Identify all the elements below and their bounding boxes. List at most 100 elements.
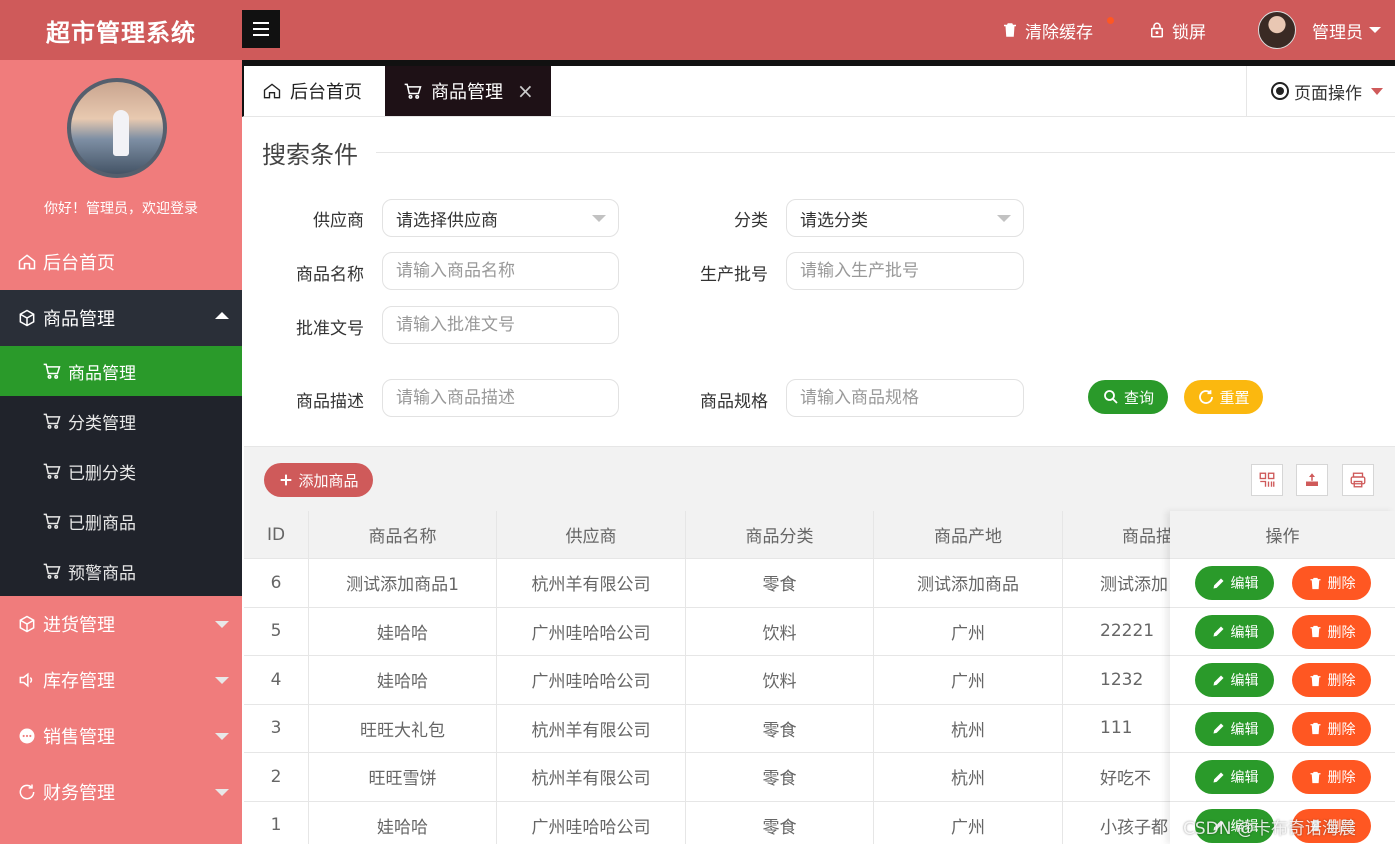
delete-button-label: 删除: [1327, 576, 1356, 592]
profile-section: 你好！管理员，欢迎登录: [0, 60, 242, 234]
pencil-icon: [1213, 626, 1223, 637]
tab-label: 后台首页: [290, 82, 362, 103]
operations-cell: 编辑 删除: [1170, 753, 1395, 802]
column-header-id: ID: [244, 511, 309, 558]
edit-button-label: 编辑: [1230, 673, 1259, 689]
description-label: 商品描述: [296, 392, 364, 412]
sidebar-item-dashboard[interactable]: 后台首页: [0, 234, 242, 290]
supplier-select[interactable]: 请选择供应商: [382, 199, 619, 237]
cell-name: 旺旺大礼包: [309, 704, 497, 752]
delete-button-label: 删除: [1327, 721, 1356, 738]
chevron-down-icon: [592, 215, 606, 222]
sidebar-item-sales[interactable]: 销售管理: [0, 708, 242, 764]
column-header-name: 商品名称: [309, 511, 497, 558]
chevron-down-icon: [215, 733, 229, 740]
user-menu[interactable]: 管理员: [1258, 0, 1381, 60]
search-fieldset: [263, 152, 1395, 153]
user-avatar: [1258, 11, 1296, 49]
tab-dashboard[interactable]: 后台首页: [262, 66, 362, 116]
cell-id: 6: [244, 559, 309, 607]
main-content: 搜索条件 供应商 请选择供应商 分类 请选分类 商品名称 生产批号 批准文号 商…: [244, 117, 1395, 844]
cell-supplier: 广州哇哈哈公司: [497, 607, 686, 655]
delete-button[interactable]: 删除: [1292, 663, 1371, 697]
trash-icon: [1310, 771, 1320, 783]
operations-cell: 编辑 删除: [1170, 559, 1395, 608]
tab-products[interactable]: 商品管理 ×: [385, 66, 551, 116]
sidebar-subitem-deleted-categories[interactable]: 已删分类: [0, 446, 242, 496]
menu-toggle-button[interactable]: [242, 10, 280, 48]
sidebar-item-purchasing[interactable]: 进货管理: [0, 596, 242, 652]
column-filter-button[interactable]: [1251, 464, 1283, 496]
edit-button[interactable]: 编辑: [1195, 663, 1274, 697]
spec-label: 商品规格: [700, 392, 768, 412]
supplier-label: 供应商: [313, 211, 364, 231]
spec-input[interactable]: [786, 379, 1024, 417]
sidebar-subitem-deleted-products[interactable]: 已删商品: [0, 496, 242, 546]
delete-button[interactable]: 删除: [1292, 614, 1371, 649]
columns-icon: [1259, 472, 1275, 487]
edit-button[interactable]: 编辑: [1195, 760, 1274, 794]
sidebar-subitem-label: 商品管理: [68, 363, 136, 384]
products-submenu: 商品管理 分类管理 已删分类 已删商品 预警商品: [0, 346, 242, 596]
cell-origin: 杭州: [874, 753, 1063, 801]
tab-bar: 后台首页 商品管理 × 页面操作: [242, 60, 1395, 117]
approval-number-input[interactable]: [382, 306, 619, 344]
sidebar-item-products[interactable]: 商品管理: [0, 290, 242, 346]
cell-id: 1: [244, 801, 309, 844]
sidebar-subitem-label: 已删分类: [68, 463, 136, 484]
edit-button[interactable]: 编辑: [1195, 711, 1274, 746]
cell-name: 娃哈哈: [309, 656, 497, 704]
delete-button[interactable]: 删除: [1292, 760, 1371, 794]
sidebar-item-inventory[interactable]: 库存管理: [0, 652, 242, 708]
operations-cell: 编辑 删除: [1170, 656, 1395, 705]
lock-screen-button[interactable]: 锁屏: [1148, 0, 1206, 60]
delete-button[interactable]: 删除: [1292, 711, 1371, 746]
reset-button[interactable]: 重置: [1184, 380, 1263, 414]
refresh-icon: [1199, 390, 1214, 404]
delete-button[interactable]: 删除: [1292, 566, 1371, 600]
edit-button-label: 编辑: [1230, 624, 1259, 641]
close-icon[interactable]: ×: [517, 79, 534, 103]
description-input[interactable]: [382, 379, 619, 417]
cart-icon: [404, 83, 422, 99]
watermark: CSDN @卡布奇诺海晨: [1183, 819, 1356, 839]
radio-icon: [1271, 82, 1289, 100]
sidebar-item-label: 商品管理: [43, 309, 115, 330]
sidebar-subitem-products[interactable]: 商品管理: [0, 346, 242, 396]
product-name-input[interactable]: [382, 252, 619, 290]
edit-button-label: 编辑: [1230, 770, 1259, 786]
edit-button-label: 编辑: [1230, 576, 1259, 592]
sidebar-subitem-label: 分类管理: [68, 413, 136, 434]
edit-button[interactable]: 编辑: [1195, 614, 1274, 649]
sidebar-subitem-label: 已删商品: [68, 513, 136, 534]
chevron-down-icon: [215, 677, 229, 684]
cell-supplier: 广州哇哈哈公司: [497, 801, 686, 844]
cart-icon: [43, 463, 61, 479]
export-button[interactable]: [1296, 464, 1328, 496]
edit-button-label: 编辑: [1230, 721, 1259, 738]
query-button[interactable]: 查询: [1088, 380, 1168, 414]
cell-id: 4: [244, 656, 309, 704]
sidebar-item-finance[interactable]: 财务管理: [0, 764, 242, 820]
clear-cache-button[interactable]: 清除缓存: [1001, 0, 1093, 60]
print-button[interactable]: [1342, 464, 1374, 496]
page-operations-dropdown[interactable]: 页面操作: [1246, 66, 1395, 116]
sidebar-subitem-label: 预警商品: [68, 563, 136, 584]
category-select[interactable]: 请选分类: [786, 199, 1024, 237]
sidebar-subitem-categories[interactable]: 分类管理: [0, 396, 242, 446]
lock-screen-label: 锁屏: [1172, 22, 1206, 43]
cell-category: 零食: [686, 801, 874, 844]
cell-category: 零食: [686, 704, 874, 752]
sidebar-subitem-warning-products[interactable]: 预警商品: [0, 546, 242, 596]
batch-number-label: 生产批号: [700, 265, 768, 285]
trash-icon: [1310, 625, 1320, 638]
add-product-button[interactable]: 添加商品: [264, 463, 373, 497]
sidebar-item-label: 财务管理: [43, 783, 115, 804]
home-icon: [263, 83, 281, 99]
cell-supplier: 广州哇哈哈公司: [497, 656, 686, 704]
edit-button[interactable]: 编辑: [1195, 566, 1274, 600]
batch-number-input[interactable]: [786, 252, 1024, 290]
cube-icon: [19, 309, 35, 327]
supplier-select-value: 请选择供应商: [396, 210, 498, 231]
hamburger-icon: [253, 22, 269, 24]
